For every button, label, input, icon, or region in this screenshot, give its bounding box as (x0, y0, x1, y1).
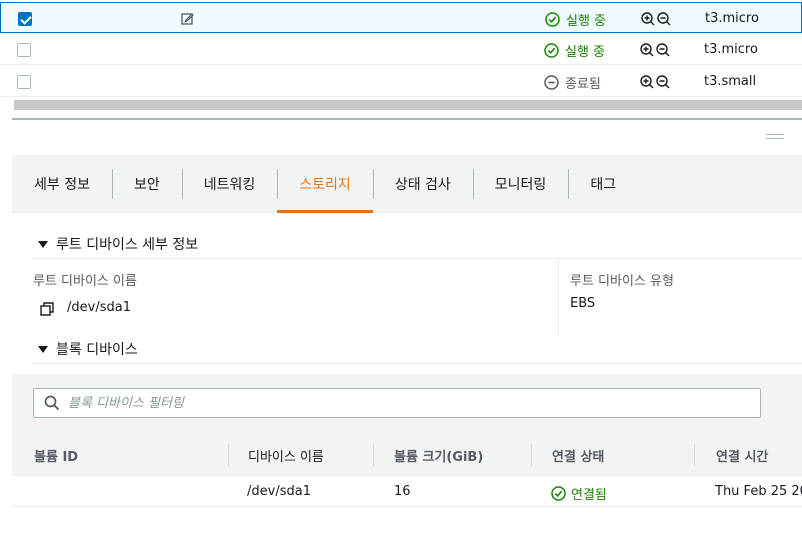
caret-down-icon (38, 240, 48, 248)
tab-status-checks[interactable]: 상태 검사 (372, 155, 473, 213)
column-header-volume-id[interactable]: 볼륨 ID (34, 446, 78, 465)
table-row[interactable]: /dev/sda1 16 연결됨 Thu Feb 25 20 (12, 477, 802, 507)
section-title: 루트 디바이스 세부 정보 (56, 237, 199, 253)
table-header: 볼륨 ID 디바이스 이름 볼륨 크기(GiB) 연결 상태 연결 시간 (12, 434, 802, 476)
horizontal-scrollbar[interactable] (14, 100, 802, 110)
volume-size-cell: 16 (394, 484, 411, 499)
filter-input[interactable] (68, 395, 718, 411)
instance-row[interactable]: 실행 중 t3.micro (0, 34, 802, 65)
instance-type: t3.micro (705, 11, 759, 26)
instance-state: 종료됨 (544, 73, 601, 92)
column-divider (558, 259, 559, 336)
column-divider (531, 444, 532, 466)
edit-icon[interactable] (181, 12, 194, 25)
zoom-in-icon[interactable] (640, 43, 654, 57)
root-device-type-value: EBS (570, 296, 596, 311)
minus-circle-icon (544, 75, 559, 90)
block-devices-section-toggle[interactable]: 블록 디바이스 (38, 339, 138, 359)
column-header-attach-status[interactable]: 연결 상태 (552, 446, 604, 465)
check-circle-icon (545, 12, 560, 27)
instance-type: t3.small (704, 74, 757, 89)
zoom-out-icon[interactable] (657, 12, 671, 26)
tab-security[interactable]: 보안 (111, 155, 182, 213)
instance-row[interactable]: 실행 중 t3.micro (0, 2, 802, 33)
divider (32, 363, 802, 364)
copy-icon[interactable] (40, 302, 54, 316)
caret-down-icon (38, 345, 48, 353)
tab-storage[interactable]: 스토리지 (277, 155, 373, 213)
column-header-device-name[interactable]: 디바이스 이름 (248, 446, 324, 465)
instance-state: 실행 중 (544, 41, 605, 60)
panel-splitter[interactable] (12, 118, 802, 155)
zoom-out-icon[interactable] (656, 75, 670, 89)
column-divider (694, 444, 695, 466)
column-divider (228, 444, 229, 466)
root-device-section-toggle[interactable]: 루트 디바이스 세부 정보 (38, 234, 198, 254)
instance-state: 실행 중 (545, 10, 606, 29)
tab-tags[interactable]: 태그 (568, 155, 638, 213)
column-header-attach-time[interactable]: 연결 시간 (716, 446, 768, 465)
section-title: 블록 디바이스 (56, 342, 138, 358)
checkbox-checked-icon[interactable] (18, 12, 32, 26)
check-circle-icon (544, 43, 559, 58)
drag-handle-icon[interactable] (766, 134, 784, 139)
instance-row[interactable]: 종료됨 t3.small (0, 66, 802, 97)
zoom-out-icon[interactable] (656, 43, 670, 57)
row-checkbox[interactable] (17, 43, 31, 57)
zoom-controls (641, 12, 671, 26)
zoom-controls (640, 43, 670, 57)
column-divider (373, 444, 374, 466)
attach-status-cell: 연결됨 (551, 484, 607, 503)
divider (32, 258, 802, 259)
tab-networking[interactable]: 네트워킹 (181, 155, 278, 213)
detail-tabs: 세부 정보 보안 네트워킹 스토리지 상태 검사 모니터링 태그 (12, 155, 802, 213)
column-header-volume-size[interactable]: 볼륨 크기(GiB) (394, 446, 483, 465)
tab-monitoring[interactable]: 모니터링 (472, 155, 569, 213)
search-icon (44, 395, 60, 411)
root-device-name-value: /dev/sda1 (67, 300, 131, 315)
root-device-type-label: 루트 디바이스 유형 (570, 274, 674, 289)
root-device-name-label: 루트 디바이스 이름 (33, 274, 137, 289)
instance-type: t3.micro (704, 42, 758, 57)
row-checkbox[interactable] (17, 75, 31, 89)
attach-time-cell: Thu Feb 25 20 (715, 484, 802, 499)
zoom-in-icon[interactable] (640, 75, 654, 89)
check-circle-icon (551, 486, 566, 501)
device-name-cell: /dev/sda1 (247, 484, 311, 499)
tab-details[interactable]: 세부 정보 (12, 155, 112, 213)
block-device-filter[interactable] (33, 388, 761, 418)
zoom-in-icon[interactable] (641, 12, 655, 26)
zoom-controls (640, 75, 670, 89)
